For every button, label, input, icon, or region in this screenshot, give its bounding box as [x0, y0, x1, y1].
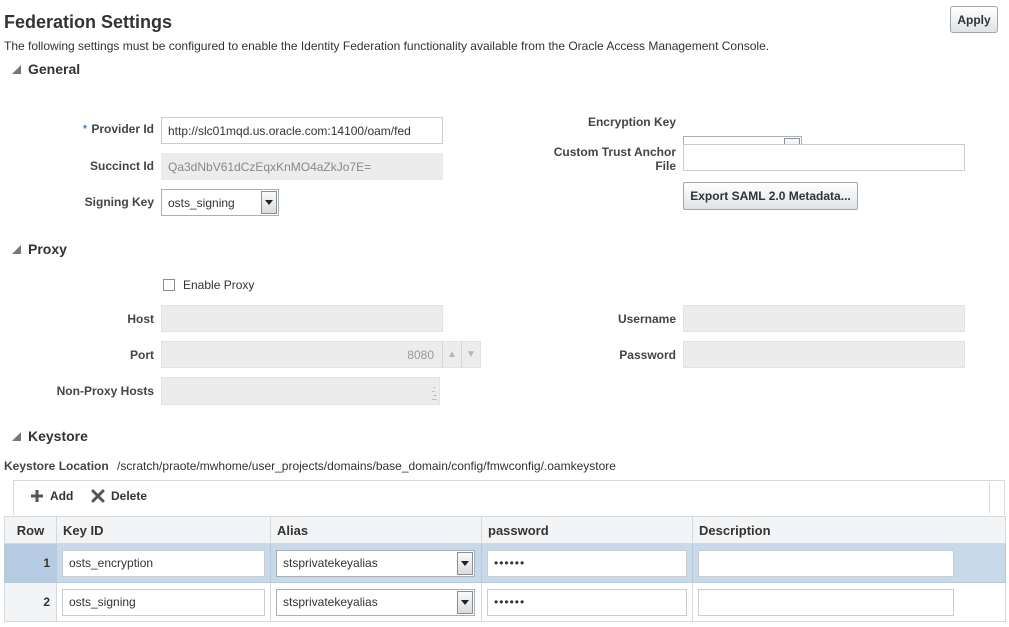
general-section-header[interactable]: General: [10, 61, 80, 77]
provider-id-label: * Provider Id: [82, 122, 154, 136]
provider-id-input[interactable]: http://slc01mqd.us.oracle.com:14100/oam/…: [161, 117, 443, 144]
succinct-id-field: Qa3dNbV61dCzEqxKnMO4aZkJo7E=: [161, 153, 443, 180]
enable-proxy-label: Enable Proxy: [183, 278, 255, 292]
keystore-location-label: Keystore Location: [4, 459, 109, 473]
keystore-location-value: /scratch/praote/mwhome/user_projects/dom…: [117, 459, 616, 473]
alias-select[interactable]: stsprivatekeyalias: [276, 549, 475, 577]
host-label: Host: [127, 312, 154, 326]
spinner-down-icon[interactable]: ▼: [461, 342, 480, 367]
keystore-location: Keystore Location /scratch/praote/mwhome…: [4, 459, 616, 473]
delete-icon: [91, 489, 105, 503]
port-spinner[interactable]: 8080 ▲ ▼: [161, 341, 481, 368]
signing-key-label: Signing Key: [84, 195, 154, 209]
export-saml-metadata-button[interactable]: Export SAML 2.0 Metadata...: [683, 182, 858, 210]
keystore-table: Row Key ID Alias password Description 1 …: [4, 516, 1006, 622]
alias-select[interactable]: stsprivatekeyalias: [276, 588, 475, 616]
non-proxy-hosts-textarea[interactable]: .:.::: [161, 377, 440, 405]
non-proxy-hosts-label: Non-Proxy Hosts: [56, 384, 154, 398]
page-description: The following settings must be configure…: [4, 39, 770, 53]
row-number: 2: [4, 582, 57, 622]
succinct-id-label: Succinct Id: [89, 159, 154, 173]
password-cell-input[interactable]: ••••••: [487, 588, 687, 616]
column-header-row[interactable]: Row: [4, 516, 57, 544]
spinner-up-icon[interactable]: ▲: [442, 342, 461, 367]
column-header-key-id[interactable]: Key ID: [56, 516, 271, 544]
column-header-description[interactable]: Description: [692, 516, 1006, 544]
description-input[interactable]: [698, 588, 954, 616]
key-id-input[interactable]: osts_encryption: [62, 549, 265, 577]
apply-button[interactable]: Apply: [950, 6, 998, 33]
column-header-password[interactable]: password: [481, 516, 693, 544]
delete-button[interactable]: Delete: [91, 489, 147, 503]
enable-proxy-row[interactable]: Enable Proxy: [163, 278, 254, 292]
keystore-toolbar: [13, 480, 1005, 515]
column-header-alias[interactable]: Alias: [270, 516, 482, 544]
dropdown-arrow-icon[interactable]: [457, 551, 473, 575]
dropdown-arrow-icon[interactable]: [261, 191, 277, 214]
port-value: 8080: [407, 347, 434, 362]
trust-anchor-input[interactable]: [683, 144, 965, 171]
table-header-row: Row Key ID Alias password Description: [4, 516, 1006, 544]
trust-anchor-label: Custom Trust Anchor File: [553, 145, 676, 173]
table-row[interactable]: 1 osts_encryption stsprivatekeyalias •••…: [4, 543, 1006, 583]
host-input[interactable]: [161, 305, 443, 332]
enable-proxy-checkbox[interactable]: [163, 279, 175, 291]
password-input[interactable]: [683, 341, 965, 368]
keystore-section-header[interactable]: Keystore: [10, 428, 88, 444]
collapse-triangle-icon[interactable]: [12, 64, 21, 74]
collapse-triangle-icon[interactable]: [12, 244, 21, 254]
encryption-key-label: Encryption Key: [587, 115, 676, 129]
toolbar-separator: [989, 483, 990, 513]
page-title: Federation Settings: [4, 12, 173, 32]
collapse-triangle-icon[interactable]: [12, 431, 21, 441]
dropdown-arrow-icon[interactable]: [457, 590, 473, 614]
add-button[interactable]: Add: [30, 489, 73, 503]
keystore-heading: Keystore: [28, 428, 88, 444]
signing-key-select[interactable]: osts_signing: [161, 189, 279, 216]
general-heading: General: [28, 61, 81, 77]
required-marker: *: [82, 122, 88, 136]
port-label: Port: [130, 348, 154, 362]
username-input[interactable]: [683, 305, 965, 332]
add-icon: [31, 490, 43, 502]
table-row[interactable]: 2 osts_signing stsprivatekeyalias ••••••: [4, 582, 1006, 622]
username-label: Username: [617, 312, 676, 326]
proxy-heading: Proxy: [28, 241, 67, 257]
password-label: Password: [619, 348, 676, 362]
description-input[interactable]: [698, 549, 954, 577]
row-number: 1: [4, 543, 57, 583]
resize-grip-icon[interactable]: .:.::: [431, 385, 436, 402]
password-cell-input[interactable]: ••••••: [487, 549, 687, 577]
signing-key-value: osts_signing: [168, 195, 235, 210]
key-id-input[interactable]: osts_signing: [62, 588, 265, 616]
proxy-section-header[interactable]: Proxy: [10, 241, 67, 257]
